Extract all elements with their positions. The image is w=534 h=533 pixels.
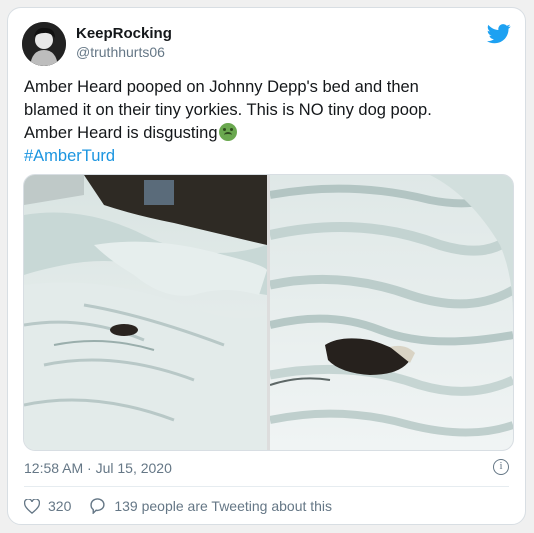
tweet-text-line-3: Amber Heard is disgusting [24,124,218,142]
like-count: 320 [48,498,72,514]
photo-1[interactable] [24,175,267,450]
action-bar: 320 139 people are Tweeting about this [24,498,350,514]
twitter-bird-icon[interactable] [487,24,511,44]
tweet-text: Amber Heard pooped on Johnny Depp's bed … [24,76,514,168]
photo-2[interactable] [270,175,513,450]
like-button[interactable]: 320 [24,498,71,514]
hashtag-link[interactable]: #AmberTurd [24,145,514,168]
display-name[interactable]: KeepRocking [76,25,172,42]
user-handle[interactable]: @truthhurts06 [76,44,165,60]
nauseated-face-icon [218,123,237,141]
reply-button[interactable]: 139 people are Tweeting about this [89,498,332,514]
tweet-text-line-1: Amber Heard pooped on Johnny Depp's bed … [24,78,419,96]
reply-text: 139 people are Tweeting about this [114,498,333,514]
heart-icon [24,498,40,514]
comment-icon [90,498,105,514]
info-icon[interactable]: i [493,459,509,475]
avatar[interactable] [22,22,66,66]
tweet-text-line-2: blamed it on their tiny yorkies. This is… [24,101,432,119]
tweet-card: KeepRocking @truthhurts06 Amber Heard po… [7,7,526,525]
media-grid [23,174,514,451]
timestamp[interactable]: 12:58 AM · Jul 15, 2020 [24,460,172,476]
divider [24,486,509,487]
